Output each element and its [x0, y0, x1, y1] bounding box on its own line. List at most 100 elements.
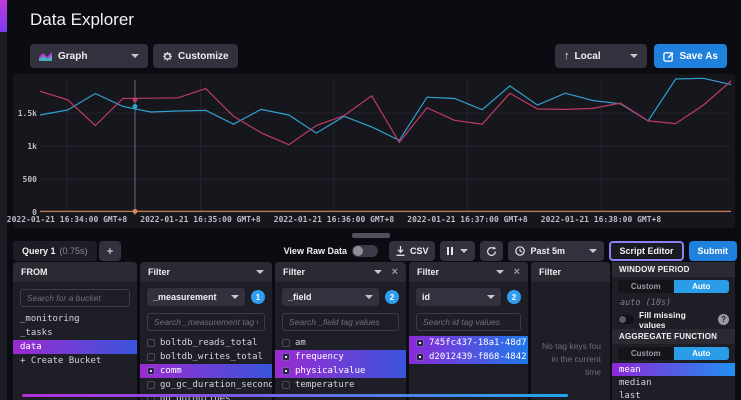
- query-tab-label: Query 1: [22, 246, 56, 256]
- checkbox[interactable]: [282, 339, 290, 347]
- tag-value-label: boltdb_writes_total: [160, 352, 263, 362]
- hover-point-magenta: [133, 97, 138, 102]
- filter-card-header: Filter ×: [275, 262, 406, 282]
- checkbox[interactable]: [147, 367, 155, 375]
- checkbox[interactable]: [282, 367, 290, 375]
- graph-type-dropdown[interactable]: Graph: [30, 44, 148, 68]
- refresh-button[interactable]: [480, 241, 503, 261]
- selected-count-badge: 2: [507, 290, 521, 304]
- gear-icon: [162, 51, 173, 62]
- customize-button[interactable]: Customize: [153, 44, 238, 68]
- add-query-button[interactable]: +: [99, 241, 121, 261]
- tag-value-label: frequency: [295, 352, 344, 362]
- tag-value-row[interactable]: am: [275, 336, 406, 350]
- chart-panel: 05001k1.5k 2022-01-21 16:34:00 GMT+82022…: [13, 74, 735, 228]
- line-chart[interactable]: [13, 74, 735, 228]
- download-icon: [396, 246, 405, 256]
- empty-filter-message: No tag keys fou in the current time: [538, 340, 603, 378]
- tag-value-row[interactable]: frequency: [275, 350, 406, 364]
- save-as-button[interactable]: Save As: [654, 44, 727, 68]
- resize-handle[interactable]: [352, 233, 390, 238]
- bucket-label: _tasks: [20, 328, 53, 338]
- id-search-input[interactable]: [416, 313, 521, 331]
- tag-value-label: boltdb_reads_total: [160, 338, 258, 348]
- chevron-down-icon: [365, 295, 373, 299]
- bucket-item[interactable]: _tasks: [13, 326, 137, 340]
- y-tick-label: 1.5k: [13, 109, 37, 118]
- tag-value-row[interactable]: boltdb_writes_total: [140, 350, 272, 364]
- bucket-item[interactable]: _monitoring: [13, 312, 137, 326]
- chevron-down-icon[interactable]: [256, 270, 264, 274]
- query-toolbar: Query 1 (0.75s) + View Raw Data CSV: [13, 240, 737, 262]
- checkbox[interactable]: [147, 381, 155, 389]
- close-icon[interactable]: ×: [514, 267, 520, 278]
- window-period-mode-toggle[interactable]: Custom Auto: [618, 280, 729, 293]
- time-range-dropdown[interactable]: Past 5m: [508, 241, 604, 261]
- query-duration: (0.75s): [60, 246, 88, 256]
- submit-button[interactable]: Submit: [689, 241, 738, 261]
- custom-option[interactable]: Custom: [618, 347, 674, 360]
- tag-value-label: go_gc_duration_seconds: [160, 380, 272, 390]
- tag-value-row[interactable]: temperature: [275, 378, 406, 392]
- local-dropdown[interactable]: ↑ Local: [555, 44, 647, 68]
- close-icon[interactable]: ×: [392, 267, 398, 278]
- aggregate-function-list: meanmedianlast: [612, 363, 735, 400]
- tag-value-row[interactable]: comm: [140, 364, 272, 378]
- checkbox[interactable]: [147, 339, 155, 347]
- checkbox[interactable]: [416, 339, 424, 347]
- bucket-item[interactable]: + Create Bucket: [13, 354, 137, 368]
- tag-value-row[interactable]: go_gc_duration_seconds: [140, 378, 272, 392]
- bucket-item[interactable]: data: [13, 340, 137, 354]
- tag-value-label: d2012439-f868-4842-bfef-8…: [429, 352, 528, 362]
- chevron-down-icon: [589, 249, 597, 253]
- tag-value-label: 745fc437-18a1-48d7-98a6-7…: [429, 338, 528, 348]
- field-search-input[interactable]: [282, 313, 399, 331]
- tag-value-row[interactable]: boltdb_reads_total: [140, 336, 272, 350]
- aggregate-mode-toggle[interactable]: Custom Auto: [618, 347, 729, 360]
- chevron-down-icon[interactable]: [374, 270, 382, 274]
- tag-value-row[interactable]: d2012439-f868-4842-bfef-8…: [409, 350, 528, 364]
- toggle-knob: [353, 246, 363, 256]
- tag-value-row[interactable]: physicalvalue: [275, 364, 406, 378]
- chevron-down-icon: [487, 295, 495, 299]
- auto-option[interactable]: Auto: [674, 280, 730, 293]
- aggregate-function-item[interactable]: last: [612, 389, 735, 400]
- tag-key-label: _measurement: [153, 292, 217, 302]
- chevron-down-icon: [460, 249, 468, 253]
- query-tab[interactable]: Query 1 (0.75s): [13, 241, 97, 261]
- aggregate-function-item[interactable]: mean: [612, 363, 735, 376]
- tag-value-row[interactable]: 745fc437-18a1-48d7-98a6-7…: [409, 336, 528, 350]
- aggregate-function-item[interactable]: median: [612, 376, 735, 389]
- hover-point-blue: [133, 104, 138, 109]
- pause-dropdown-button[interactable]: [440, 241, 475, 261]
- auto-option[interactable]: Auto: [674, 347, 730, 360]
- chevron-down-icon: [630, 54, 638, 58]
- x-tick-label: 2022-01-21 16:34:00 GMT+8: [1, 215, 133, 224]
- checkbox[interactable]: [147, 353, 155, 361]
- refresh-icon: [486, 246, 497, 257]
- tag-key-dropdown[interactable]: id: [416, 288, 501, 306]
- custom-option[interactable]: Custom: [618, 280, 674, 293]
- csv-download-button[interactable]: CSV: [389, 241, 436, 261]
- question-mark-icon[interactable]: ?: [718, 314, 729, 325]
- measurement-search-input[interactable]: [147, 313, 265, 331]
- local-label: Local: [575, 51, 601, 62]
- tag-value-label: physicalvalue: [295, 366, 365, 376]
- chevron-down-icon[interactable]: [496, 270, 504, 274]
- filter-card-measurement: Filter _measurement 1 boltdb_reads_total…: [140, 262, 272, 400]
- graph-type-label: Graph: [58, 51, 87, 62]
- checkbox[interactable]: [282, 381, 290, 389]
- fill-missing-values-toggle[interactable]: [618, 315, 634, 324]
- tag-key-dropdown[interactable]: _measurement: [147, 288, 245, 306]
- view-raw-data-label: View Raw Data: [284, 246, 347, 256]
- script-editor-button[interactable]: Script Editor: [609, 241, 683, 261]
- bucket-label: data: [20, 342, 42, 352]
- bucket-search-input[interactable]: [20, 289, 130, 307]
- checkbox[interactable]: [416, 353, 424, 361]
- tag-key-dropdown[interactable]: _field: [282, 288, 379, 306]
- horizontal-scrollbar[interactable]: [22, 394, 568, 397]
- query-builder: FROM _monitoring_tasksdata+ Create Bucke…: [0, 262, 741, 400]
- view-raw-data-toggle[interactable]: [352, 245, 378, 257]
- fill-missing-values-label: Fill missing values: [639, 310, 713, 330]
- checkbox[interactable]: [282, 353, 290, 361]
